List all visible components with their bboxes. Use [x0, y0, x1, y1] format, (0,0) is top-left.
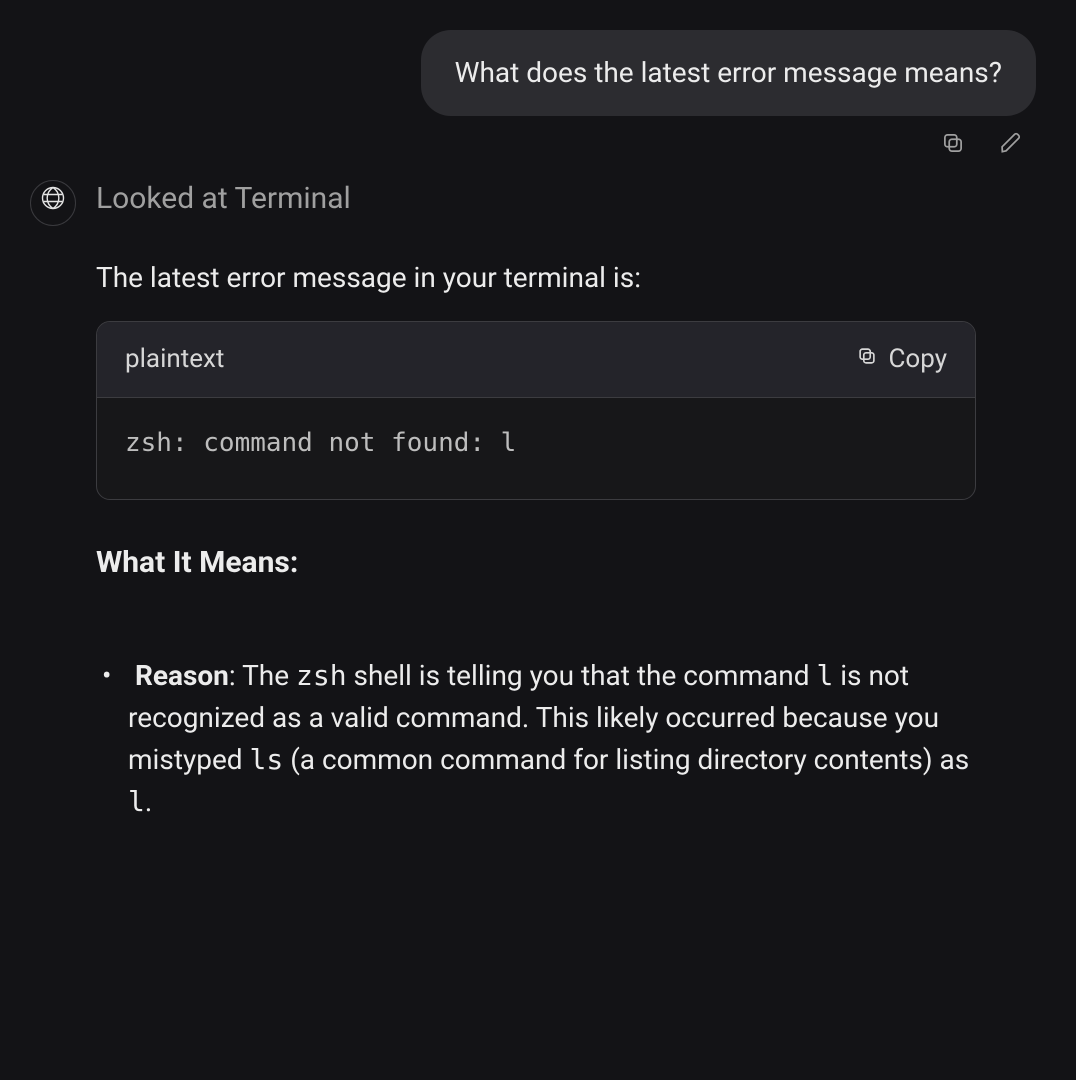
inline-code: l	[816, 659, 833, 692]
user-message-text: What does the latest error message means…	[455, 56, 1002, 89]
copy-code-label: Copy	[888, 340, 947, 379]
text: (a common command for listing directory …	[283, 743, 969, 776]
user-message-bubble: What does the latest error message means…	[421, 30, 1036, 116]
tool-status-line: Looked at Terminal	[96, 176, 976, 221]
assistant-message-row: Looked at Terminal The latest error mess…	[30, 176, 1036, 823]
inline-code: zsh	[296, 659, 347, 692]
assistant-intro-text: The latest error message in your termina…	[96, 257, 976, 299]
text: shell is telling you that the command	[347, 659, 817, 692]
assistant-message-body: Looked at Terminal The latest error mess…	[96, 176, 1036, 823]
assistant-avatar	[30, 180, 76, 226]
user-message-row: What does the latest error message means…	[30, 30, 1036, 116]
copy-icon	[940, 126, 966, 168]
code-block-header: plaintext Copy	[97, 322, 975, 398]
pencil-icon	[998, 126, 1024, 168]
copy-code-button[interactable]: Copy	[856, 340, 947, 379]
code-content[interactable]: zsh: command not found: l	[97, 398, 975, 499]
inline-code: l	[128, 785, 145, 818]
code-block: plaintext Copy zsh: command not found: l	[96, 321, 976, 500]
message-actions	[30, 130, 1036, 176]
copy-icon	[856, 340, 878, 379]
section-heading: What It Means:	[96, 540, 976, 585]
chat-window: What does the latest error message means…	[0, 0, 1076, 823]
inline-code: ls	[250, 743, 284, 776]
code-language-label: plaintext	[125, 340, 224, 379]
text: .	[145, 785, 152, 818]
copy-message-button[interactable]	[938, 132, 968, 162]
bullet-label: Reason	[135, 659, 229, 692]
explanation-list: Reason: The zsh shell is telling you tha…	[96, 655, 976, 823]
edit-message-button[interactable]	[996, 132, 1026, 162]
text: : The	[229, 659, 296, 692]
openai-icon	[39, 182, 67, 224]
list-item: Reason: The zsh shell is telling you tha…	[112, 655, 976, 823]
